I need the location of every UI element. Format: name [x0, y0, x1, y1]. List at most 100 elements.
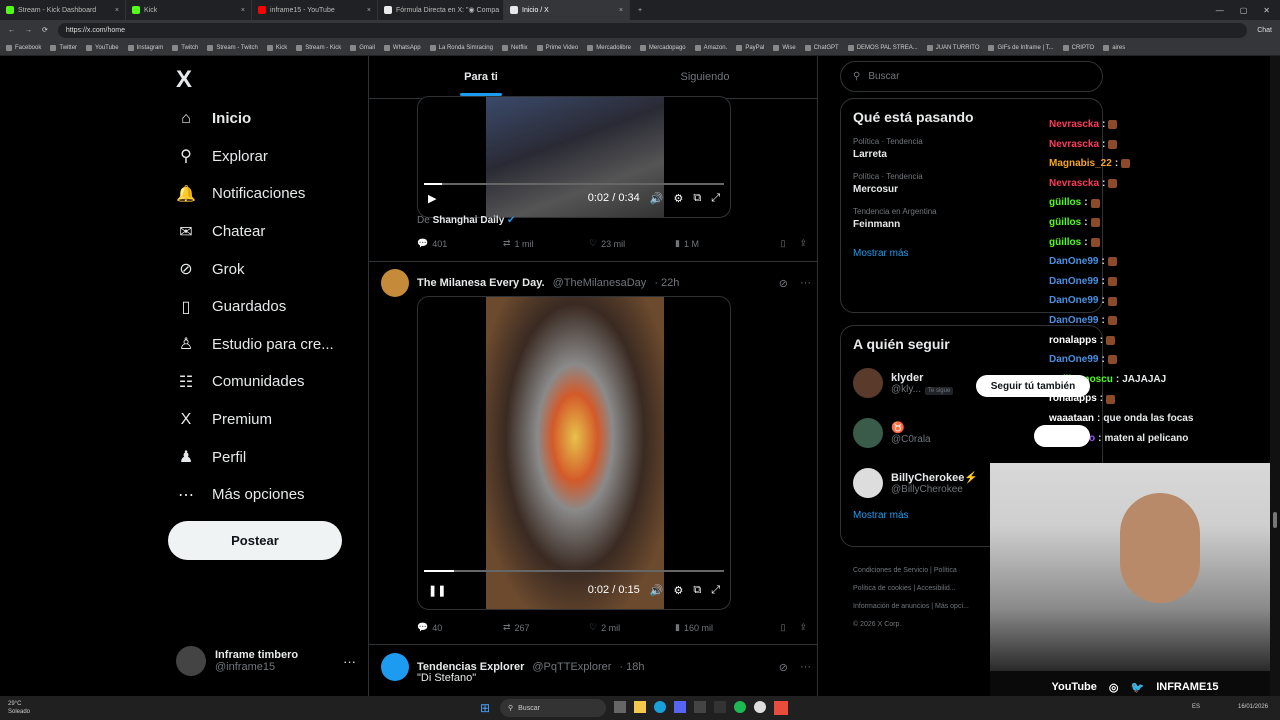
minimize-icon[interactable]: — — [1216, 6, 1224, 15]
browser-tab[interactable]: Kick × — [126, 0, 252, 20]
bookmark-item[interactable]: JUAN TURRITO — [926, 44, 979, 51]
share-icon[interactable]: ⇪ — [799, 238, 807, 249]
bookmark-item[interactable]: ChatGPT — [804, 44, 839, 51]
video-player[interactable]: ▶ 0:02 / 0:34 🔊 ⚙ ⧉ ⤢ — [417, 96, 731, 218]
source-name[interactable]: Shanghai Daily — [433, 215, 505, 226]
share-icon[interactable]: ⇪ — [799, 622, 807, 633]
repost-button[interactable]: ⇄ 267 — [503, 622, 589, 633]
like-button[interactable]: ♡ 2 mil — [589, 622, 675, 633]
chat-username[interactable]: güillos — [1049, 213, 1081, 233]
chat-username[interactable]: DanOne99 — [1049, 252, 1098, 272]
author-name[interactable]: The Milanesa Every Day. — [417, 277, 545, 289]
language-indicator[interactable]: ES — [1192, 704, 1200, 710]
fullscreen-icon[interactable]: ⤢ — [711, 192, 720, 205]
task-view-icon[interactable] — [614, 701, 626, 713]
close-icon[interactable]: × — [241, 7, 245, 14]
reply-button[interactable]: 💬 401 — [417, 238, 503, 249]
maximize-icon[interactable]: ▢ — [1240, 6, 1248, 15]
browser-tab[interactable]: Stream - Kick Dashboard × — [0, 0, 126, 20]
footer-link[interactable]: Política de cookies — [853, 585, 911, 592]
more-icon[interactable]: ··· — [800, 661, 811, 674]
avatar[interactable] — [853, 468, 883, 498]
follow-button[interactable]: Seguir tú también — [976, 375, 1090, 397]
footer-link[interactable]: Accesibilid... — [917, 585, 956, 592]
taskbar-search[interactable]: ⚲ Buscar — [500, 699, 606, 717]
nav-item-guardados[interactable]: ▯ Guardados — [176, 288, 356, 326]
nav-item-estudio-para-cre[interactable]: ♙ Estudio para cre... — [176, 326, 356, 364]
bookmark-item[interactable]: La Ronda Simracing — [429, 44, 493, 51]
bookmark-icon[interactable]: ▯ — [781, 622, 786, 633]
chat-username[interactable]: Nevrascka — [1049, 115, 1099, 135]
bookmark-item[interactable]: GIFs de Inframe | T... — [988, 44, 1054, 51]
chat-username[interactable]: ronalapps — [1049, 331, 1097, 351]
bookmark-item[interactable]: Amazon. — [694, 44, 727, 51]
close-window-icon[interactable]: ✕ — [1263, 6, 1270, 15]
avatar[interactable] — [381, 653, 409, 681]
bookmark-item[interactable]: Twitch — [172, 44, 198, 51]
url-field[interactable]: https://x.com/home — [57, 22, 1248, 38]
close-icon[interactable]: × — [367, 7, 371, 14]
pip-icon[interactable]: ⧉ — [693, 192, 701, 205]
discord-icon[interactable] — [674, 701, 686, 713]
forward-icon[interactable]: → — [25, 27, 32, 34]
footer-link[interactable]: Política — [934, 567, 957, 574]
account-switcher[interactable]: Inframe timbero @inframe15 ··· — [176, 644, 356, 678]
browser-tab[interactable]: Fórmula Directa en X: "◉ Compa× — [378, 0, 504, 20]
author-handle[interactable]: @TheMilanesaDay — [553, 277, 647, 289]
video-progress[interactable] — [424, 570, 724, 572]
bookmark-item[interactable]: Twitter — [50, 44, 77, 51]
footer-link[interactable]: Condiciones de Servicio — [853, 567, 928, 574]
edge-icon[interactable] — [654, 701, 666, 713]
new-tab-icon[interactable]: + — [630, 7, 650, 14]
reload-icon[interactable]: ⟳ — [42, 26, 48, 34]
volume-icon[interactable]: 🔊 — [650, 584, 664, 597]
chat-username[interactable]: DanOne99 — [1049, 291, 1098, 311]
post-button[interactable]: Postear — [168, 521, 342, 560]
bookmark-item[interactable]: Stream - Twitch — [207, 44, 258, 51]
scrollbar[interactable] — [1270, 56, 1280, 696]
views-button[interactable]: ▮ 1 M — [675, 238, 761, 249]
browser-tab[interactable]: inframe15 - YouTube × — [252, 0, 378, 20]
footer-link[interactable]: Más opci... — [935, 603, 969, 610]
chrome-icon[interactable] — [754, 701, 766, 713]
nav-item-comunidades[interactable]: ☷ Comunidades — [176, 363, 356, 401]
close-icon[interactable]: × — [619, 7, 623, 14]
bookmark-item[interactable]: PayPal — [736, 44, 764, 51]
bookmark-item[interactable]: Facebook — [6, 44, 41, 51]
weather-widget[interactable]: 29°C Soleado — [8, 700, 30, 716]
more-icon[interactable]: ··· — [800, 277, 811, 290]
tab-siguiendo[interactable]: Siguiendo — [593, 56, 817, 98]
avatar[interactable] — [381, 269, 409, 297]
grok-icon[interactable]: ⊘ — [779, 661, 788, 674]
x-logo[interactable]: X — [176, 66, 192, 94]
footer-link[interactable]: © 2026 X Corp. — [853, 621, 901, 628]
browser-tab[interactable]: Inicio / X × — [504, 0, 630, 20]
views-button[interactable]: ▮ 160 mil — [675, 622, 761, 633]
nav-item-más-opciones[interactable]: ⋯ Más opciones — [176, 476, 356, 514]
nav-item-notificaciones[interactable]: 🔔 Notificaciones — [176, 175, 356, 213]
file-explorer-icon[interactable] — [634, 701, 646, 713]
chat-username[interactable]: DanOne99 — [1049, 350, 1098, 370]
clock-date[interactable]: 16/01/2026 — [1238, 704, 1268, 710]
settings-icon[interactable]: ⚙ — [673, 584, 683, 597]
bookmark-item[interactable]: Kick — [266, 44, 287, 51]
tab-para-ti[interactable]: Para ti — [369, 56, 593, 98]
bookmark-item[interactable]: Instagram — [127, 44, 163, 51]
chat-username[interactable]: güillos — [1049, 193, 1081, 213]
bookmark-item[interactable]: DEMOS PAL STREA... — [847, 44, 918, 51]
nav-item-perfil[interactable]: ♟ Perfil — [176, 438, 356, 476]
play-icon[interactable]: ▶ — [428, 192, 436, 205]
nav-item-explorar[interactable]: ⚲ Explorar — [176, 138, 356, 176]
footer-link[interactable]: Información de anuncios — [853, 603, 929, 610]
nav-item-inicio[interactable]: ⌂ Inicio — [176, 100, 356, 138]
bookmark-item[interactable]: YouTube — [86, 44, 119, 51]
bookmark-item[interactable]: Wise — [773, 44, 796, 51]
nav-item-grok[interactable]: ⊘ Grok — [176, 250, 356, 288]
back-icon[interactable]: ← — [8, 27, 15, 34]
settings-icon[interactable]: ⚙ — [673, 192, 683, 205]
windows-start-icon[interactable]: ⊞ — [480, 701, 490, 715]
bookmark-item[interactable]: Stream - Kick — [296, 44, 341, 51]
chat-username[interactable]: güillos — [1049, 233, 1081, 253]
bookmark-item[interactable]: Gmail — [350, 44, 375, 51]
nav-item-premium[interactable]: X Premium — [176, 401, 356, 439]
